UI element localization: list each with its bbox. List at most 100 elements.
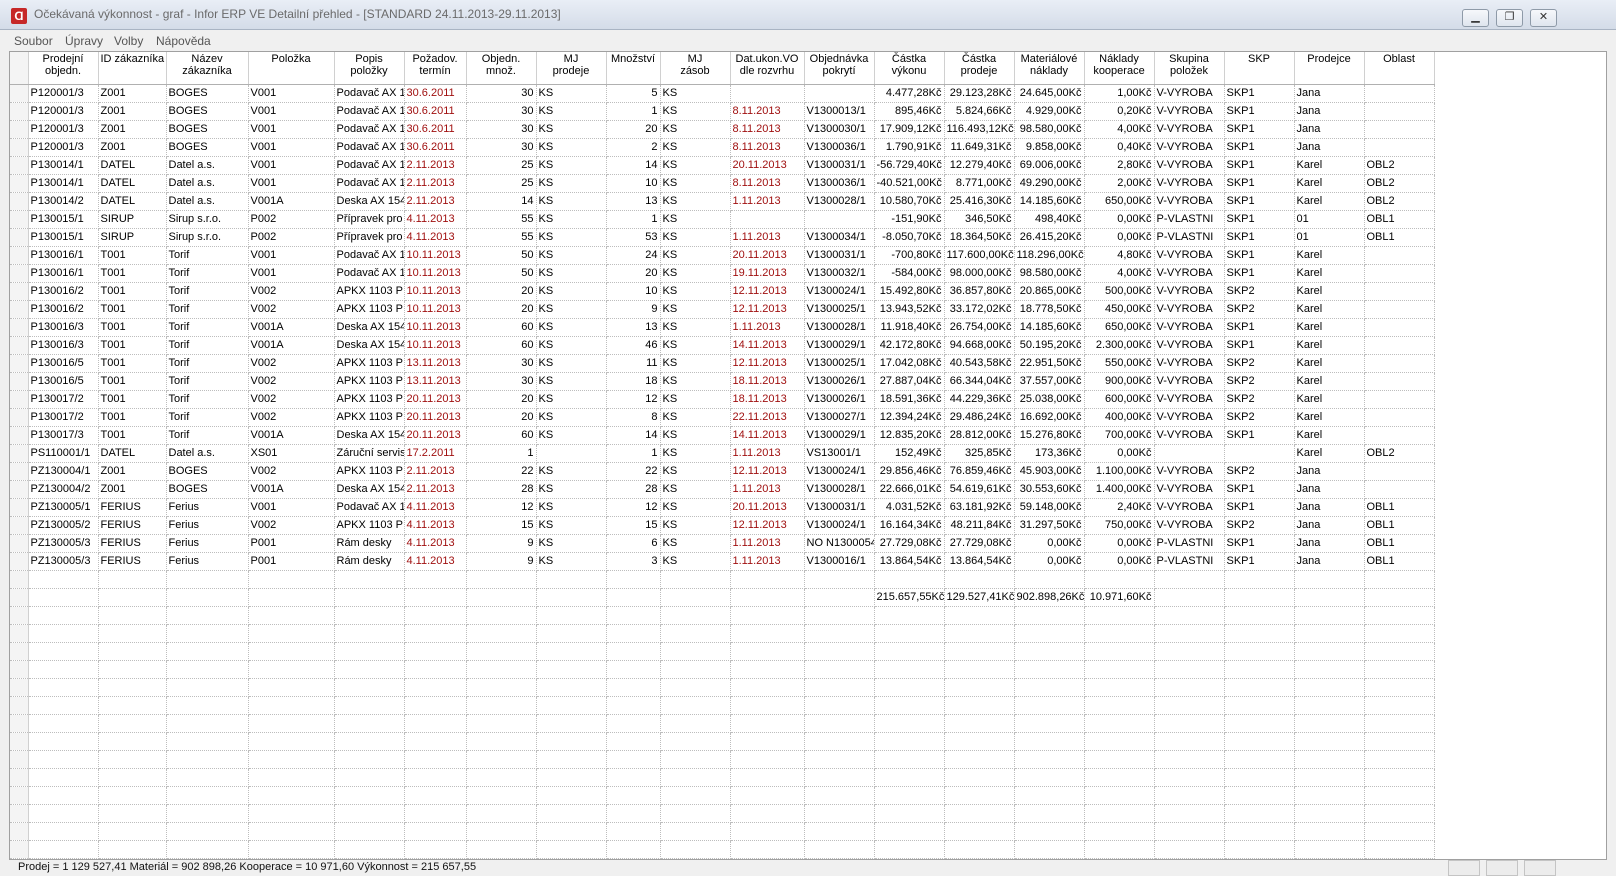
- order-cell[interactable]: P130015/1: [28, 228, 99, 247]
- empty-cell[interactable]: [874, 660, 945, 679]
- stock-unit-cell[interactable]: KS: [660, 498, 731, 517]
- customer-id-cell[interactable]: SIRUP: [98, 210, 167, 229]
- performance-amount-cell[interactable]: 17.042,08Kč: [874, 354, 945, 373]
- stock-unit-cell[interactable]: KS: [660, 102, 731, 121]
- order-cell[interactable]: PZ130004/2: [28, 480, 99, 499]
- ordered-qty-cell[interactable]: 60: [466, 318, 537, 337]
- empty-cell[interactable]: [334, 678, 405, 697]
- item-group-cell[interactable]: V-VYROBA: [1154, 480, 1225, 499]
- operation-end-date-cell[interactable]: 1.11.2013: [730, 534, 805, 553]
- empty-cell[interactable]: [334, 606, 405, 625]
- empty-cell[interactable]: [874, 750, 945, 769]
- required-date-cell[interactable]: 30.6.2011: [404, 102, 467, 121]
- sales-unit-cell[interactable]: KS: [536, 102, 607, 121]
- operation-end-date-cell[interactable]: 18.11.2013: [730, 372, 805, 391]
- skp-cell[interactable]: SKP1: [1224, 336, 1295, 355]
- operation-end-date-cell[interactable]: 1.11.2013: [730, 192, 805, 211]
- empty-cell[interactable]: [944, 624, 1015, 643]
- empty-cell[interactable]: [466, 678, 537, 697]
- empty-cell[interactable]: [1014, 660, 1085, 679]
- region-cell[interactable]: [1364, 426, 1435, 445]
- empty-cell[interactable]: [1364, 714, 1435, 733]
- empty-cell[interactable]: [334, 804, 405, 823]
- material-cost-cell[interactable]: 25.038,00Kč: [1014, 390, 1085, 409]
- stock-unit-cell[interactable]: KS: [660, 408, 731, 427]
- sales-amount-cell[interactable]: 5.824,66Kč: [944, 102, 1015, 121]
- col-materialove-naklady[interactable]: Materiálové náklady: [1014, 52, 1085, 85]
- sales-amount-cell[interactable]: 325,85Kč: [944, 444, 1015, 463]
- required-date-cell[interactable]: 13.11.2013: [404, 354, 467, 373]
- empty-cell[interactable]: [730, 588, 805, 607]
- sales-amount-cell[interactable]: 48.211,84Kč: [944, 516, 1015, 535]
- customer-id-cell[interactable]: FERIUS: [98, 552, 167, 571]
- performance-amount-cell[interactable]: 18.591,36Kč: [874, 390, 945, 409]
- required-date-cell[interactable]: 30.6.2011: [404, 120, 467, 139]
- empty-cell[interactable]: [1294, 732, 1365, 751]
- material-cost-cell[interactable]: 98.580,00Kč: [1014, 264, 1085, 283]
- material-cost-cell[interactable]: 24.645,00Kč: [1014, 84, 1085, 103]
- item-description-cell[interactable]: Podavač AX 1: [334, 84, 405, 103]
- empty-cell[interactable]: [334, 840, 405, 859]
- skp-cell[interactable]: SKP2: [1224, 282, 1295, 301]
- col-oblast[interactable]: Oblast: [1364, 52, 1435, 85]
- order-cell[interactable]: P120001/3: [28, 138, 99, 157]
- empty-cell[interactable]: [1294, 606, 1365, 625]
- stock-unit-cell[interactable]: KS: [660, 228, 731, 247]
- empty-cell[interactable]: [248, 768, 335, 787]
- empty-cell[interactable]: [404, 588, 467, 607]
- item-group-cell[interactable]: V-VYROBA: [1154, 390, 1225, 409]
- empty-cell[interactable]: [1154, 786, 1225, 805]
- customer-id-cell[interactable]: FERIUS: [98, 516, 167, 535]
- empty-cell[interactable]: [1294, 804, 1365, 823]
- sales-unit-cell[interactable]: KS: [536, 336, 607, 355]
- performance-amount-cell[interactable]: 42.172,80Kč: [874, 336, 945, 355]
- coverage-order-cell[interactable]: [804, 84, 875, 103]
- item-cell[interactable]: P001: [248, 534, 335, 553]
- empty-row[interactable]: [10, 732, 1435, 751]
- empty-cell[interactable]: [1084, 660, 1155, 679]
- performance-amount-cell[interactable]: -8.050,70Kč: [874, 228, 945, 247]
- coverage-order-cell[interactable]: V1300024/1: [804, 462, 875, 481]
- region-cell[interactable]: [1364, 372, 1435, 391]
- item-cell[interactable]: V001: [248, 138, 335, 157]
- coverage-order-cell[interactable]: V1300029/1: [804, 336, 875, 355]
- row-selector[interactable]: [10, 282, 29, 301]
- sales-amount-cell[interactable]: 40.543,58Kč: [944, 354, 1015, 373]
- sales-amount-cell[interactable]: 76.859,46Kč: [944, 462, 1015, 481]
- sales-amount-cell[interactable]: 13.864,54Kč: [944, 552, 1015, 571]
- empty-cell[interactable]: [536, 840, 607, 859]
- empty-cell[interactable]: [1014, 570, 1085, 589]
- order-cell[interactable]: P130014/2: [28, 192, 99, 211]
- item-group-cell[interactable]: V-VYROBA: [1154, 408, 1225, 427]
- table-row[interactable]: PS110001/1 DATEL Datel a.s. XS01 Záruční ser…: [10, 444, 1435, 463]
- empty-cell[interactable]: [404, 822, 467, 841]
- row-selector[interactable]: [10, 498, 29, 517]
- required-date-cell[interactable]: 10.11.2013: [404, 336, 467, 355]
- cooperation-cost-cell[interactable]: 4,00Kč: [1084, 120, 1155, 139]
- customer-id-cell[interactable]: T001: [98, 426, 167, 445]
- order-cell[interactable]: PZ130005/3: [28, 552, 99, 571]
- order-cell[interactable]: P130016/2: [28, 300, 99, 319]
- row-selector[interactable]: [10, 588, 29, 607]
- customer-name-cell[interactable]: Torif: [166, 300, 249, 319]
- empty-cell[interactable]: [1084, 732, 1155, 751]
- empty-cell[interactable]: [1084, 750, 1155, 769]
- row-selector[interactable]: [10, 192, 29, 211]
- row-selector[interactable]: [10, 462, 29, 481]
- performance-amount-cell[interactable]: 13.943,52Kč: [874, 300, 945, 319]
- region-cell[interactable]: OBL1: [1364, 228, 1435, 247]
- customer-id-cell[interactable]: T001: [98, 372, 167, 391]
- item-group-cell[interactable]: V-VYROBA: [1154, 318, 1225, 337]
- empty-cell[interactable]: [660, 660, 731, 679]
- material-cost-cell[interactable]: 18.778,50Kč: [1014, 300, 1085, 319]
- item-cell[interactable]: V001A: [248, 480, 335, 499]
- col-datum-ukonceni-vo[interactable]: Dat.ukon.VO dle rozvrhu: [730, 52, 805, 85]
- required-date-cell[interactable]: 2.11.2013: [404, 174, 467, 193]
- order-cell[interactable]: PZ130005/3: [28, 534, 99, 553]
- quantity-cell[interactable]: 15: [606, 516, 661, 535]
- row-selector[interactable]: [10, 696, 29, 715]
- menu-napoveda[interactable]: Nápověda: [156, 34, 211, 48]
- sales-amount-cell[interactable]: 98.000,00Kč: [944, 264, 1015, 283]
- empty-cell[interactable]: [660, 678, 731, 697]
- empty-cell[interactable]: [606, 714, 661, 733]
